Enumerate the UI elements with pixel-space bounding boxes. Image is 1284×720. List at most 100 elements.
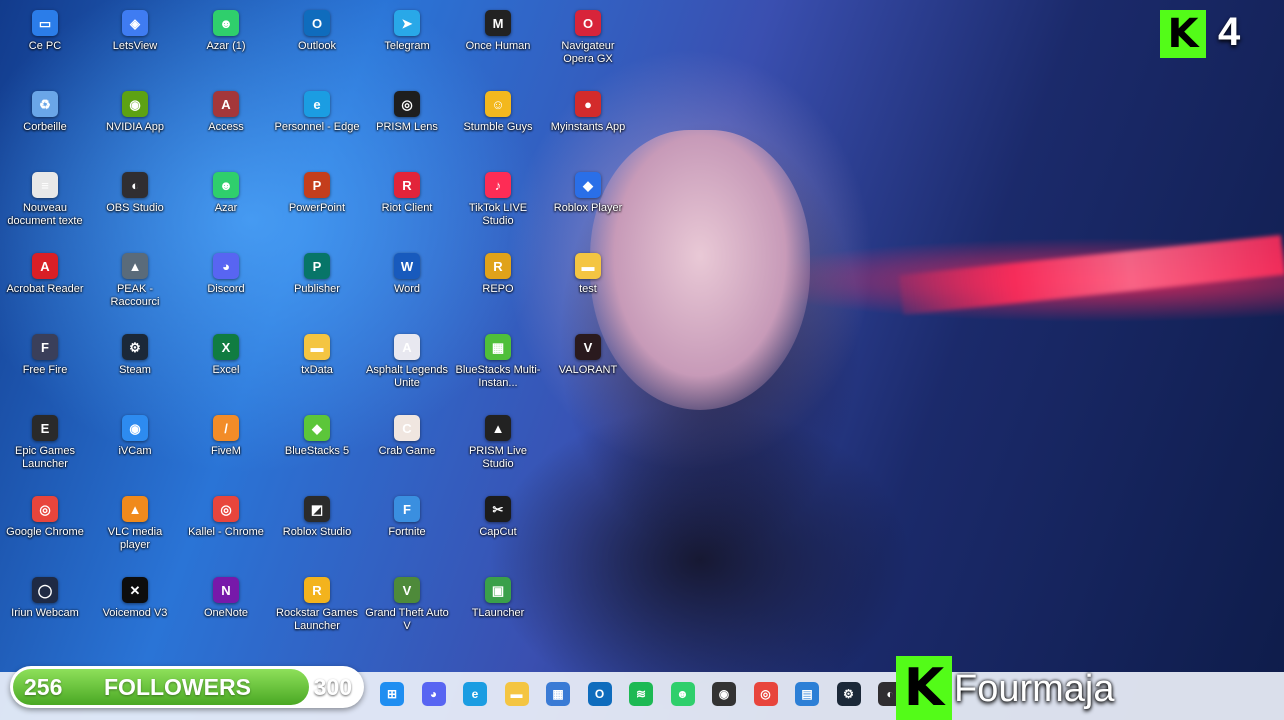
- desktop-icon[interactable]: E Epic Games Launcher: [0, 409, 90, 489]
- desktop-icon-label: Nouveau document texte: [7, 202, 83, 227]
- desktop-icon-label: Once Human: [465, 40, 531, 52]
- chrome-icon: ◎: [213, 496, 239, 522]
- desktop-icon[interactable]: R Rockstar Games Launcher: [272, 571, 362, 651]
- desktop-icon-label: CapCut: [479, 526, 517, 538]
- discord-icon[interactable]: ◕: [421, 682, 446, 706]
- desktop-icon[interactable]: ◉ iVCam: [90, 409, 180, 489]
- desktop-icon[interactable]: ◐ OBS Studio: [90, 166, 180, 246]
- desktop-icon[interactable]: ✕ Voicemod V3: [90, 571, 180, 651]
- desktop-icon[interactable]: ◎ PRISM Lens: [362, 85, 452, 165]
- desktop-icon[interactable]: ▭ Ce PC: [0, 4, 90, 84]
- desktop-icon[interactable]: ▣ TLauncher: [453, 571, 543, 651]
- webcam-icon[interactable]: ◉: [712, 682, 736, 706]
- desktop-icon[interactable]: F Fortnite: [362, 490, 452, 570]
- free-fire-icon: F: [32, 334, 58, 360]
- desktop-icon[interactable]: W Word: [362, 247, 452, 327]
- once-human-icon: M: [485, 10, 511, 36]
- telegram-icon: ➤: [394, 10, 420, 36]
- desktop-icon[interactable]: ▬ test: [543, 247, 633, 327]
- desktop-icon[interactable]: ◩ Roblox Studio: [272, 490, 362, 570]
- desktop-icon-label: BlueStacks Multi-Instan...: [455, 364, 541, 389]
- desktop-icon[interactable]: ◯ Iriun Webcam: [0, 571, 90, 651]
- steam-icon[interactable]: ⚙: [836, 682, 861, 706]
- desktop-icon-label: Access: [208, 121, 244, 133]
- desktop-icon[interactable]: ☺ Stumble Guys: [453, 85, 543, 165]
- bluestacks-multi-icon: ▦: [485, 334, 511, 360]
- desktop-icon-label: BlueStacks 5: [284, 445, 350, 457]
- valorant-icon: V: [575, 334, 601, 360]
- desktop-icon[interactable]: A Asphalt Legends Unite: [362, 328, 452, 408]
- desktop-icon[interactable]: ⚙ Steam: [90, 328, 180, 408]
- desktop-icon-label: Fortnite: [388, 526, 426, 538]
- desktop-icon[interactable]: ◆ Roblox Player: [543, 166, 633, 246]
- desktop-icon-label: Google Chrome: [6, 526, 84, 538]
- desktop-icon[interactable]: ▬ txData: [272, 328, 362, 408]
- folder-icon: ▬: [575, 253, 601, 279]
- desktop-icon[interactable]: N OneNote: [181, 571, 271, 651]
- desktop-icon-label: Myinstants App: [550, 121, 626, 133]
- rockstar-icon: R: [304, 577, 330, 603]
- desktop-icon-label: Free Fire: [22, 364, 68, 376]
- edge-icon[interactable]: e: [463, 682, 487, 706]
- desktop-icon-label: test: [579, 283, 597, 295]
- desktop-icon[interactable]: A Access: [181, 85, 271, 165]
- desktop-icon-label: LetsView: [112, 40, 158, 52]
- desktop-icon[interactable]: ♪ TikTok LIVE Studio: [453, 166, 543, 246]
- desktop-icon[interactable]: e Personnel - Edge: [272, 85, 362, 165]
- followers-count: 256: [24, 674, 63, 700]
- desktop-icon[interactable]: P Publisher: [272, 247, 362, 327]
- desktop-icon[interactable]: O Outlook: [272, 4, 362, 84]
- desktop-icon[interactable]: ▲ PRISM Live Studio: [453, 409, 543, 489]
- desktop-icon[interactable]: ☻ Azar: [181, 166, 271, 246]
- desktop-icon-label: Corbeille: [23, 121, 67, 133]
- desktop-icon[interactable]: ◎ Google Chrome: [0, 490, 90, 570]
- desktop-icon[interactable]: ◎ Kallel - Chrome: [181, 490, 271, 570]
- desktop-icon[interactable]: R Riot Client: [362, 166, 452, 246]
- desktop-icon[interactable]: ♻ Corbeille: [0, 85, 90, 165]
- desktop-icon[interactable]: ☻ Azar (1): [181, 4, 271, 84]
- desktop-icon-label: Personnel - Edge: [274, 121, 360, 133]
- desktop-icon[interactable]: P PowerPoint: [272, 166, 362, 246]
- azar-icon[interactable]: ☻: [670, 682, 695, 706]
- file-explorer-icon[interactable]: ▬: [504, 682, 529, 706]
- desktop-icon-label: Epic Games Launcher: [15, 445, 75, 470]
- desktop-icon[interactable]: ◕ Discord: [181, 247, 271, 327]
- desktop-icon[interactable]: ◉ NVIDIA App: [90, 85, 180, 165]
- azar-icon: ☻: [213, 10, 239, 36]
- system-tray[interactable]: [1150, 676, 1284, 716]
- followers-goal: 300: [313, 674, 352, 700]
- desktop-icon[interactable]: M Once Human: [453, 4, 543, 84]
- desktop-icon[interactable]: C Crab Game: [362, 409, 452, 489]
- desktop-icon[interactable]: ◈ LetsView: [90, 4, 180, 84]
- desktop-icon[interactable]: ✂ CapCut: [453, 490, 543, 570]
- desktop-icon[interactable]: ◆ BlueStacks 5: [272, 409, 362, 489]
- word-icon: W: [394, 253, 420, 279]
- desktop-icon-label: Roblox Studio: [282, 526, 352, 538]
- desktop-icon[interactable]: ▲ VLC media player: [90, 490, 180, 570]
- desktop-icon-label: Stumble Guys: [463, 121, 533, 133]
- desktop-icon[interactable]: ➤ Telegram: [362, 4, 452, 84]
- desktop-icon-label: PRISM Live Studio: [468, 445, 528, 470]
- desktop-icon[interactable]: O Navigateur Opera GX: [543, 4, 633, 84]
- desktop-icon-label: Steam: [119, 364, 151, 376]
- desktop-icon-label: Azar (1): [206, 40, 246, 52]
- desktop-icon-label: NVIDIA App: [105, 121, 165, 133]
- microsoft-store-icon[interactable]: ▦: [546, 682, 570, 706]
- desktop-icon[interactable]: V VALORANT: [543, 328, 633, 408]
- desktop-icon[interactable]: R REPO: [453, 247, 543, 327]
- windows-start-icon[interactable]: ⊞: [380, 682, 404, 706]
- chrome-icon[interactable]: ◎: [753, 682, 778, 706]
- desktop-icon-label: Azar: [214, 202, 238, 214]
- desktop-icon[interactable]: A Acrobat Reader: [0, 247, 90, 327]
- desktop-icon[interactable]: V Grand Theft Auto V: [362, 571, 452, 651]
- desktop-icon[interactable]: X Excel: [181, 328, 271, 408]
- desktop-icon[interactable]: ≡ Nouveau document texte: [0, 166, 90, 246]
- desktop-icon[interactable]: F Free Fire: [0, 328, 90, 408]
- desktop-icon[interactable]: ● Myinstants App: [543, 85, 633, 165]
- desktop-icon[interactable]: ▲ PEAK - Raccourci: [90, 247, 180, 327]
- photos-icon[interactable]: ▤: [795, 682, 819, 706]
- desktop-icon[interactable]: ▦ BlueStacks Multi-Instan...: [453, 328, 543, 408]
- desktop-icon[interactable]: / FiveM: [181, 409, 271, 489]
- outlook-icon[interactable]: O: [587, 682, 612, 706]
- spotify-icon[interactable]: ≋: [629, 682, 653, 706]
